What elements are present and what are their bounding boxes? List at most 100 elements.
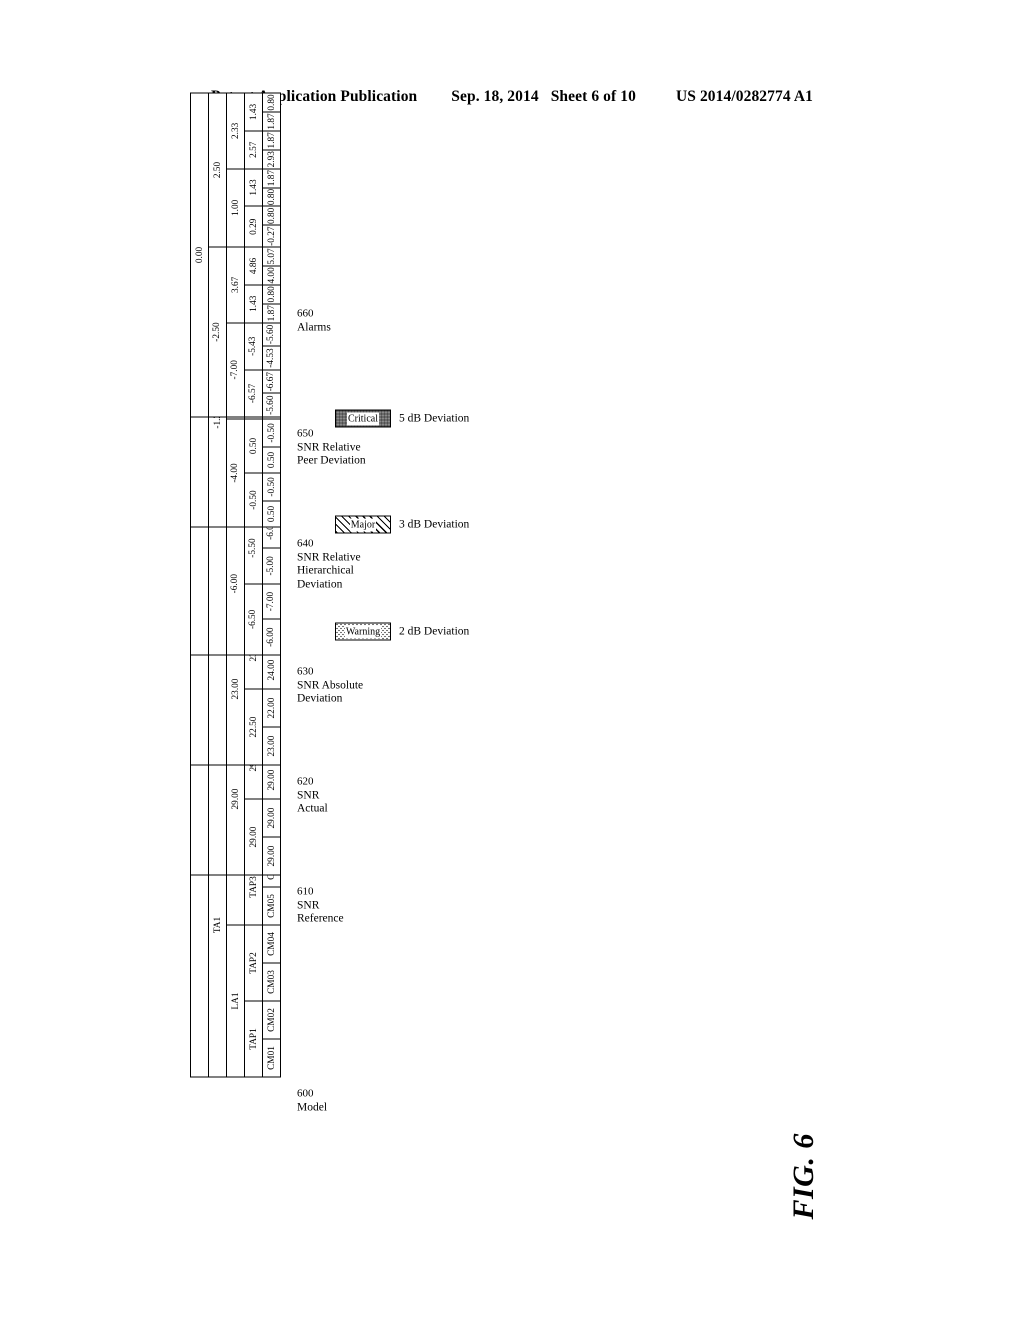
section-title-650: SNR Relative: [297, 441, 361, 453]
value-cell-cm15-650: 1.87: [262, 111, 281, 131]
value-cell-cm3-630: -5.00: [262, 548, 281, 584]
value-cell-cm14-650: 1.87: [262, 130, 281, 150]
section-label-660: 660 Alarms: [297, 308, 417, 335]
value-cell-cm12-650: 1.87: [262, 168, 281, 188]
value-cell-cm2-620: 22.00: [262, 689, 281, 727]
value-cell-cm3-610: 29.00: [262, 761, 281, 799]
value-cell-la1-640: -4.00: [226, 418, 245, 527]
value-cell-ta1-650: -2.50: [208, 247, 227, 417]
section-number-650: 650: [297, 427, 314, 440]
value-cell-tap1-640: -0.50: [244, 472, 263, 527]
legend-caption-warning: 2 dB Deviation: [399, 625, 470, 638]
hierarchy-cell-cm-3: CM03: [262, 963, 281, 1001]
section-label-620: 620 SNR Actual: [297, 776, 417, 817]
snr-relative-peer-deviation-table: 0.00 -2.50 2.50 -7.00 3.67 1.00 2.33 -6.57 -5.43…: [190, 93, 281, 418]
legend-item-critical: Critical 5 dB Deviation: [335, 409, 470, 428]
value-cell-tap1-610: 29.00: [244, 799, 263, 875]
legend-caption-major: 3 dB Deviation: [399, 518, 470, 531]
section-number-640: 640: [297, 537, 314, 550]
legend-label-critical: Critical: [347, 412, 379, 425]
value-cell-tap3-650: 1.43: [244, 284, 263, 323]
value-cell-tap2-640: 0.50: [244, 418, 263, 473]
section-label-600: 600 Model: [297, 1088, 417, 1115]
value-row-ta: -2.50 2.50: [208, 93, 227, 417]
value-cell-cm3-650: -4.53: [262, 346, 281, 370]
value-cell-tap1-650: -6.57: [244, 369, 263, 417]
value-cell-cm4-640: -0.50: [262, 418, 281, 447]
value-cell-cm5-650: 1.87: [262, 303, 281, 323]
figure-caption: FIG. 6: [787, 1133, 820, 1220]
value-cell-cm11-650: 0.80: [262, 187, 281, 207]
value-row-cm: -5.60 -6.67 -4.53 -5.60 1.87 0.80 4.00 5.07 -0.2…: [262, 93, 281, 417]
value-cell-la2-650: 3.67: [226, 247, 245, 323]
hierarchy-cell-tap-1: TAP1: [244, 1001, 263, 1077]
legend-item-major: Major 3 dB Deviation: [335, 515, 470, 534]
value-row-n1: 0.00: [190, 93, 209, 417]
value-row-tap: -6.57 -5.43 1.43 4.86 0.29 1.43 2.57 1.43: [244, 93, 263, 417]
legend-swatch-critical: Critical: [335, 409, 391, 428]
value-row-la: -7.00 3.67 1.00 2.33: [226, 93, 245, 417]
value-cell-la1-650: -7.00: [226, 322, 245, 417]
value-cell-cm2-640: -0.50: [262, 472, 281, 501]
figure-6-container: FIG. 6 600 Model 610 SNR Reference 620 SNR Ac…: [132, 93, 892, 1228]
value-cell-cm2-650: -6.67: [262, 369, 281, 394]
value-cell-cm2-610: 29.00: [262, 799, 281, 837]
value-cell-tap6-650: 1.43: [244, 168, 263, 207]
section-title-660: Alarms: [297, 321, 331, 333]
hierarchy-cell-cm-2: CM02: [262, 1001, 281, 1039]
value-cell-cm6-650: 0.80: [262, 284, 281, 304]
value-cell-tap1-630: -6.50: [244, 583, 263, 655]
value-cell-cm3-640: 0.50: [262, 446, 281, 473]
value-cell-tap1-620: 22.50: [244, 689, 263, 765]
section-title-610: SNR: [297, 899, 320, 911]
legend-label-major: Major: [349, 518, 377, 531]
value-cell-cm9-650: -0.27: [262, 225, 281, 248]
value-cell-cm16-650: 0.80: [262, 93, 281, 112]
value-cell-tap8-650: 1.43: [244, 93, 263, 131]
value-cell-cm3-620: 24.00: [262, 651, 281, 689]
value-cell-ta2-650: 2.50: [208, 93, 227, 248]
legend-swatch-warning: Warning: [335, 622, 391, 641]
value-cell-tap4-650: 4.86: [244, 247, 263, 285]
hierarchy-cell-la-1: LA1: [226, 925, 245, 1077]
section-number-660: 660: [297, 307, 314, 320]
value-cell-tap5-650: 0.29: [244, 206, 263, 248]
value-cell-la3-650: 1.00: [226, 168, 245, 248]
section-number-630: 630: [297, 665, 314, 678]
section-label-640: 640 SNR Relative Hierarchical Deviation: [297, 538, 417, 592]
value-cell-cm1-610: 29.00: [262, 837, 281, 875]
value-cell-cm1-650: -5.60: [262, 393, 281, 417]
value-cell-cm13-650: 2.93: [262, 149, 281, 169]
section-title-630: SNR Absolute: [297, 679, 364, 691]
legend-swatch-major: Major: [335, 515, 391, 534]
legend-label-warning: Warning: [344, 625, 382, 638]
section-title-640: SNR Relative: [297, 551, 361, 563]
section-label-610: 610 SNR Reference: [297, 886, 417, 927]
value-cell-cm2-630: -7.00: [262, 583, 281, 620]
value-cell-cm4-650: -5.60: [262, 322, 281, 347]
value-cell-cm8-650: 5.07: [262, 247, 281, 266]
value-cell-tap2-650: -5.43: [244, 322, 263, 370]
hierarchy-cell-tap-2: TAP2: [244, 925, 263, 1001]
legend-caption-critical: 5 dB Deviation: [399, 412, 470, 425]
value-cell-cm1-640: 0.50: [262, 500, 281, 527]
hierarchy-cell-cm-1: CM01: [262, 1039, 281, 1077]
value-cell-cm1-620: 23.00: [262, 727, 281, 765]
section-number-600: 600: [297, 1087, 314, 1100]
section-label-630: 630 SNR Absolute Deviation: [297, 666, 417, 707]
value-cell-cm1-630: -6.00: [262, 619, 281, 655]
value-cell-cm10-650: 0.80: [262, 206, 281, 226]
value-cell-la1-630: -6.00: [226, 512, 245, 655]
legend-item-warning: Warning 2 dB Deviation: [335, 622, 470, 641]
section-title-620: SNR: [297, 789, 320, 801]
hierarchy-cell-cm-5: CM05: [262, 887, 281, 925]
section-number-610: 610: [297, 885, 314, 898]
section-number-620: 620: [297, 775, 314, 788]
section-title-600: Model: [297, 1101, 328, 1113]
value-cell-tap7-650: 2.57: [244, 130, 263, 169]
hierarchy-cell-cm-4: CM04: [262, 925, 281, 963]
value-cell-cm7-650: 4.00: [262, 265, 281, 285]
value-cell-n1-650: 0.00: [190, 93, 209, 417]
value-cell-la4-650: 2.33: [226, 93, 245, 169]
section-label-650: 650 SNR Relative Peer Deviation: [297, 428, 417, 469]
